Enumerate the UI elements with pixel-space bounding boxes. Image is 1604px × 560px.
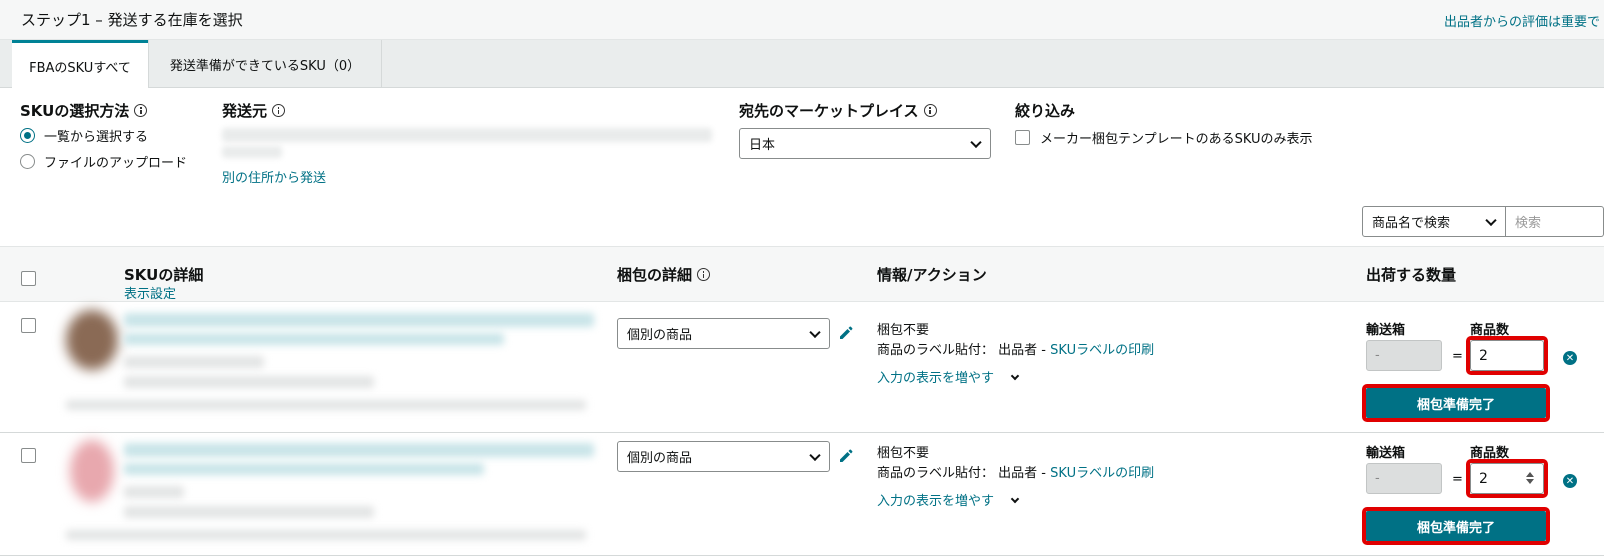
equals-sign: =	[1452, 472, 1463, 487]
product-sku-redacted	[124, 486, 184, 498]
sku-method-label: SKUの選択方法	[20, 100, 148, 121]
product-sku-redacted	[124, 356, 264, 368]
prep-status: 梱包不要	[877, 323, 930, 338]
feedback-link[interactable]: 出品者からの評価は重要で	[1444, 11, 1600, 30]
equals-sign: =	[1452, 349, 1463, 364]
boxes-label: 輸送箱	[1366, 323, 1406, 338]
radio-button[interactable]	[20, 154, 35, 169]
product-thumbnail	[70, 440, 114, 502]
product-meta-redacted	[66, 530, 586, 540]
product-meta-redacted	[124, 376, 374, 388]
display-settings-link[interactable]: 表示設定	[124, 283, 176, 302]
info-icon[interactable]	[923, 104, 937, 117]
pencil-icon[interactable]	[838, 448, 854, 464]
remove-sku-icon[interactable]: ✕	[1563, 351, 1577, 365]
tab-ready-skus[interactable]: 発送準備ができているSKU（0）	[148, 40, 382, 88]
labeling-info: 商品のラベル貼付： 出品者 - SKUラベルの印刷	[877, 343, 1155, 358]
ship-from-other-address-link[interactable]: 別の住所から発送	[222, 167, 326, 186]
show-more-inputs-toggle[interactable]: 入力の表示を増やす	[877, 367, 1020, 386]
packing-ready-button[interactable]: 梱包準備完了	[1366, 511, 1546, 541]
info-icon[interactable]	[697, 268, 711, 281]
marketplace-label: 宛先のマーケットプレイス	[739, 100, 937, 121]
units-quantity-input[interactable]: 2	[1470, 340, 1544, 371]
tab-all-fba-skus[interactable]: FBAのSKUすべて	[12, 40, 148, 89]
units-quantity-input[interactable]: 2	[1470, 463, 1544, 494]
ship-from-address-redacted	[222, 146, 282, 158]
number-spinner-icon[interactable]	[1525, 472, 1535, 484]
row-divider	[0, 432, 1604, 433]
table-header	[0, 246, 1604, 302]
checkbox[interactable]	[1015, 130, 1030, 145]
search-input[interactable]: 検索	[1506, 206, 1604, 237]
boxes-label: 輸送箱	[1366, 446, 1406, 461]
ship-from-label: 発送元	[222, 100, 286, 121]
boxes-input: -	[1366, 463, 1442, 494]
prep-status: 梱包不要	[877, 446, 930, 461]
product-title-redacted	[124, 333, 504, 345]
row-divider	[0, 555, 1604, 556]
row-select-checkbox[interactable]	[21, 318, 36, 333]
show-more-inputs-toggle[interactable]: 入力の表示を増やす	[877, 490, 1020, 509]
remove-sku-icon[interactable]: ✕	[1563, 474, 1577, 488]
chevron-down-icon	[970, 136, 982, 148]
info-icon[interactable]	[272, 104, 286, 117]
packing-type-select[interactable]: 個別の商品	[617, 318, 830, 349]
packing-ready-button[interactable]: 梱包準備完了	[1366, 388, 1546, 418]
col-header-ship-quantity: 出荷する数量	[1366, 266, 1457, 284]
col-header-packing-details: 梱包の詳細	[617, 264, 711, 285]
radio-button-checked[interactable]	[20, 128, 35, 143]
boxes-input: -	[1366, 340, 1442, 371]
labeling-info: 商品のラベル貼付： 出品者 - SKUラベルの印刷	[877, 466, 1155, 481]
product-title-redacted	[124, 313, 594, 327]
col-header-info-actions: 情報/アクション	[877, 266, 987, 284]
chevron-down-icon	[809, 449, 821, 461]
print-sku-labels-link[interactable]: SKUラベルの印刷	[1050, 466, 1154, 481]
chevron-down-icon	[1010, 371, 1020, 381]
product-thumbnail	[66, 310, 118, 370]
product-meta-redacted	[66, 400, 586, 410]
select-all-checkbox[interactable]	[21, 271, 36, 286]
chevron-down-icon	[809, 326, 821, 338]
packing-type-select[interactable]: 個別の商品	[617, 441, 830, 472]
product-title-redacted	[124, 463, 484, 475]
product-title-redacted	[124, 443, 594, 457]
ship-from-address-redacted	[222, 128, 712, 142]
print-sku-labels-link[interactable]: SKUラベルの印刷	[1050, 343, 1154, 358]
step-title: ステップ1 – 発送する在庫を選択	[21, 11, 243, 29]
chevron-down-icon	[1485, 214, 1497, 226]
radio-file-upload[interactable]: ファイルのアップロード	[20, 152, 187, 171]
col-header-sku-details: SKUの詳細	[124, 266, 204, 284]
pencil-icon[interactable]	[838, 325, 854, 341]
info-icon[interactable]	[134, 104, 148, 117]
row-select-checkbox[interactable]	[21, 448, 36, 463]
manufacturer-template-filter[interactable]: メーカー梱包テンプレートのあるSKUのみ表示	[1015, 128, 1313, 147]
chevron-down-icon	[1010, 494, 1020, 504]
narrow-label: 絞り込み	[1015, 102, 1076, 120]
search-type-select[interactable]: 商品名で検索	[1362, 206, 1506, 237]
product-meta-redacted	[124, 506, 374, 518]
marketplace-select[interactable]: 日本	[739, 128, 991, 159]
radio-select-from-list[interactable]: 一覧から選択する	[20, 126, 148, 145]
